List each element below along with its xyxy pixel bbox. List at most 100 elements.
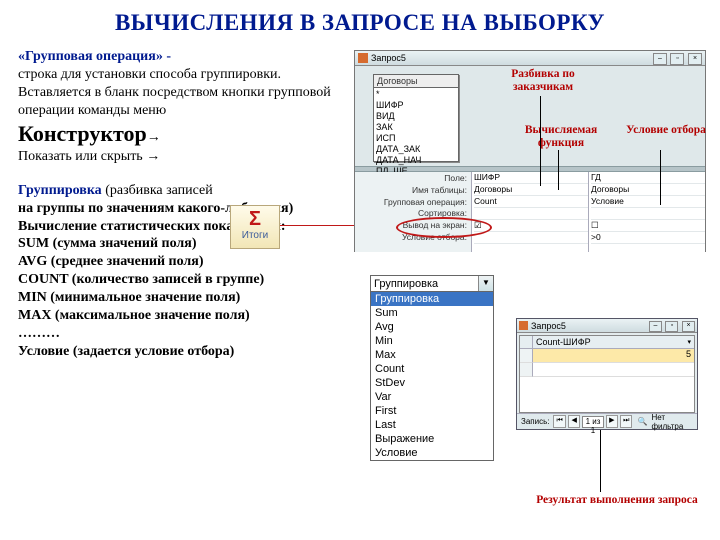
chevron-down-icon[interactable]: ▾ bbox=[687, 338, 691, 346]
dropdown-option[interactable]: Count bbox=[371, 362, 493, 376]
konstructor-label: Конструктор bbox=[18, 121, 147, 146]
dropdown-option[interactable]: Max bbox=[371, 348, 493, 362]
max-line: MAX (максимальное значение поля) bbox=[18, 308, 250, 323]
result-title: Запрос5 bbox=[531, 321, 648, 331]
field-item[interactable]: ВИД bbox=[376, 111, 458, 122]
label-sort: Сортировка: bbox=[357, 208, 467, 220]
maximize-button[interactable]: ▫ bbox=[670, 53, 684, 65]
row-selector[interactable] bbox=[520, 349, 533, 363]
dropdown-option[interactable]: First bbox=[371, 404, 493, 418]
nav-prev-button[interactable]: ◀ bbox=[568, 415, 580, 428]
dropdown-option[interactable]: Группировка bbox=[371, 292, 493, 306]
totals-button[interactable]: Σ Итоги bbox=[230, 205, 280, 249]
row-selector[interactable] bbox=[520, 363, 533, 377]
column-header[interactable]: Count-ШИФР ▾ bbox=[533, 336, 694, 348]
dropdown-list: Группировка Sum Avg Min Max Count StDev … bbox=[371, 292, 493, 460]
left-text-column: «Групповая операция» - строка для устано… bbox=[18, 48, 338, 361]
cell-checkbox[interactable]: ☑ bbox=[474, 220, 588, 232]
dropdown-option[interactable]: Avg bbox=[371, 320, 493, 334]
row-selector-header[interactable] bbox=[520, 336, 533, 348]
cell[interactable] bbox=[474, 208, 588, 220]
cell-checkbox[interactable]: ☐ bbox=[591, 220, 705, 232]
cell[interactable] bbox=[591, 208, 705, 220]
filter-icon[interactable]: 🔍 bbox=[637, 417, 647, 426]
cell[interactable]: Договоры bbox=[474, 184, 588, 196]
page-title: ВЫЧИСЛЕНИЯ В ЗАПРОСЕ НА ВЫБОРКУ bbox=[0, 0, 720, 42]
group-op-heading: «Групповая операция» - bbox=[18, 49, 171, 64]
dropdown-option[interactable]: StDev bbox=[371, 376, 493, 390]
dropdown-option[interactable]: Min bbox=[371, 334, 493, 348]
min-line: MIN (минимальное значение поля) bbox=[18, 290, 240, 305]
annotation-criteria: Условие отбора bbox=[626, 124, 706, 137]
maximize-button[interactable]: ▫ bbox=[665, 321, 678, 332]
label-groupop: Групповая операция: bbox=[357, 197, 467, 209]
cell[interactable]: Условие bbox=[591, 196, 705, 208]
close-button[interactable]: × bbox=[688, 53, 702, 65]
nav-first-button[interactable]: ⏮ bbox=[553, 415, 565, 428]
minimize-button[interactable]: – bbox=[649, 321, 662, 332]
field-item[interactable]: ШИФР bbox=[376, 100, 458, 111]
cell[interactable]: Count bbox=[474, 196, 588, 208]
nav-position[interactable]: 1 из 1 bbox=[582, 416, 603, 428]
dots-line: ……… bbox=[18, 326, 60, 341]
group-op-desc2: Вставляется в бланк посредством кнопки г… bbox=[18, 85, 331, 118]
app-icon bbox=[519, 321, 528, 330]
arrow-icon bbox=[147, 130, 161, 145]
dropdown-option[interactable]: Условие bbox=[371, 446, 493, 460]
dropdown-option[interactable]: Выражение bbox=[371, 432, 493, 446]
nofilter-label: Нет фильтра bbox=[649, 413, 695, 431]
dropdown-selected[interactable]: Группировка ▼ bbox=[371, 276, 493, 292]
dropdown-selected-text: Группировка bbox=[371, 278, 478, 290]
annotation-result: Результат выполнения запроса bbox=[532, 494, 702, 507]
annotation-function: Вычисляемая функция bbox=[516, 124, 606, 149]
nav-next-button[interactable]: ▶ bbox=[606, 415, 618, 428]
chevron-down-icon[interactable]: ▼ bbox=[478, 276, 493, 291]
label-criteria: Условие отбора: bbox=[357, 232, 467, 244]
nav-label: Запись: bbox=[519, 417, 551, 426]
label-show: Вывод на экран: bbox=[357, 220, 467, 232]
field-item[interactable]: ДАТА_ЗАК bbox=[376, 144, 458, 155]
dropdown-option[interactable]: Last bbox=[371, 418, 493, 432]
table-field-list[interactable]: Договоры * ШИФР ВИД ЗАК ИСП ДАТА_ЗАК ДАТ… bbox=[373, 74, 459, 162]
window-titlebar[interactable]: Запрос5 – ▫ × bbox=[355, 51, 705, 66]
arrow-icon bbox=[146, 149, 160, 164]
sum-line: SUM (сумма значений поля) bbox=[18, 236, 197, 251]
field-item[interactable]: ИСП bbox=[376, 133, 458, 144]
field-item[interactable]: ЗАК bbox=[376, 122, 458, 133]
grid-col-2[interactable]: ГД Договоры Условие ☐ >0 bbox=[588, 172, 705, 252]
data-cell[interactable]: 5 bbox=[533, 349, 694, 363]
close-button[interactable]: × bbox=[682, 321, 695, 332]
avg-line: AVG (среднее значений поля) bbox=[18, 254, 204, 269]
cell[interactable]: ШИФР bbox=[474, 172, 588, 184]
result-window: Запрос5 – ▫ × Count-ШИФР ▾ 5 Запись: ⏮ ◀… bbox=[516, 318, 698, 430]
annotation-groupby: Разбивка по заказчикам bbox=[498, 68, 588, 93]
groupop-dropdown[interactable]: Группировка ▼ Группировка Sum Avg Min Ma… bbox=[370, 275, 494, 461]
nav-last-button[interactable]: ⏭ bbox=[620, 415, 632, 428]
result-titlebar[interactable]: Запрос5 – ▫ × bbox=[517, 319, 697, 333]
dropdown-option[interactable]: Var bbox=[371, 390, 493, 404]
group-op-desc1: строка для установки способа группировки… bbox=[18, 67, 281, 82]
column-header-text: Count-ШИФР bbox=[536, 337, 591, 347]
data-cell-empty[interactable] bbox=[533, 363, 694, 377]
connector bbox=[558, 150, 559, 190]
cell[interactable] bbox=[474, 232, 588, 244]
cell[interactable]: ГД bbox=[591, 172, 705, 184]
field-item[interactable]: * bbox=[376, 89, 458, 100]
label-table: Имя таблицы: bbox=[357, 185, 467, 197]
cond-line: Условие (задается условие отбора) bbox=[18, 344, 234, 359]
cell[interactable]: Договоры bbox=[591, 184, 705, 196]
window-title: Запрос5 bbox=[371, 53, 652, 63]
minimize-button[interactable]: – bbox=[653, 53, 667, 65]
dropdown-option[interactable]: Sum bbox=[371, 306, 493, 320]
totals-label: Итоги bbox=[231, 230, 279, 241]
cell[interactable]: >0 bbox=[591, 232, 705, 244]
grid-row-labels: Поле: Имя таблицы: Групповая операция: С… bbox=[355, 172, 471, 252]
sigma-icon: Σ bbox=[231, 206, 279, 230]
record-navigation: Запись: ⏮ ◀ 1 из 1 ▶ ⏭ 🔍 Нет фильтра bbox=[517, 413, 697, 429]
grid-col-1[interactable]: ШИФР Договоры Count ☑ bbox=[471, 172, 588, 252]
show-hide-label: Показать или скрыть bbox=[18, 149, 143, 164]
label-field: Поле: bbox=[357, 173, 467, 185]
field-item[interactable]: ДАТА_НАЧ bbox=[376, 155, 458, 166]
connector bbox=[660, 150, 661, 205]
count-line: COUNT (количество записей в группе) bbox=[18, 272, 264, 287]
